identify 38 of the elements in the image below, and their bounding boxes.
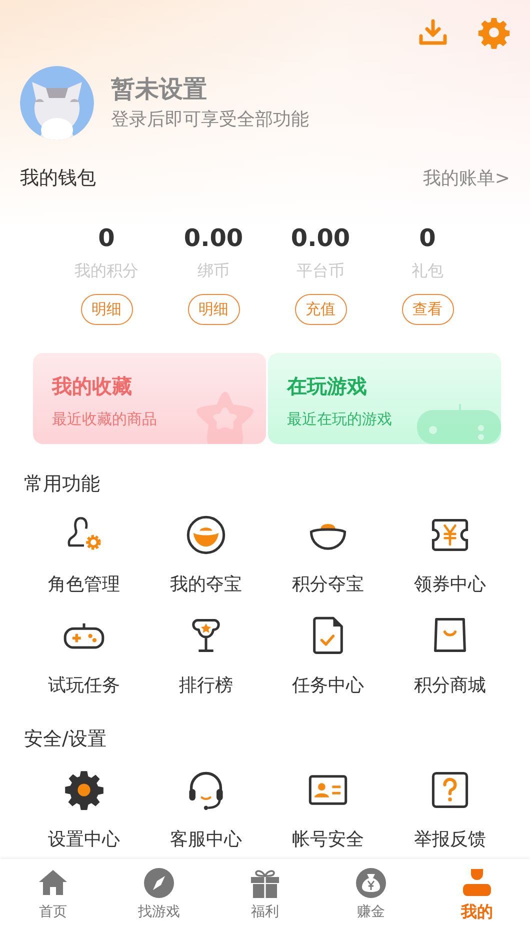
- settings-icon: [63, 769, 105, 811]
- feature-label[interactable]: 试玩任务: [48, 673, 120, 699]
- stat-value: 0: [98, 223, 115, 253]
- stat-value: 0.00: [184, 223, 244, 253]
- feature-label[interactable]: 任务中心: [292, 673, 364, 699]
- feature-label[interactable]: 设置中心: [48, 827, 120, 853]
- ingot-coin-icon: [185, 514, 227, 556]
- feature-label[interactable]: 角色管理: [48, 572, 120, 598]
- tab[interactable]: 找游戏: [138, 902, 180, 922]
- help-icon: [429, 769, 471, 811]
- compass-icon: [143, 867, 175, 899]
- person-icon: [461, 867, 493, 899]
- tab[interactable]: 福利: [251, 902, 279, 922]
- gamepad-icon: [417, 404, 501, 444]
- feature-label[interactable]: 举报反馈: [414, 827, 486, 853]
- stat-value: 0: [419, 223, 436, 253]
- feature-label[interactable]: 我的夺宝: [170, 572, 242, 598]
- feature-label[interactable]: 客服中心: [170, 827, 242, 853]
- section-title: 安全/设置: [24, 727, 106, 752]
- tab[interactable]: 赚金: [357, 902, 385, 922]
- settings-icon[interactable]: [478, 17, 510, 49]
- card-subtitle: 最近在玩的游戏: [287, 409, 393, 429]
- card-title: 在玩游戏: [287, 373, 368, 399]
- feature-label[interactable]: 积分夺宝: [292, 572, 364, 598]
- section-title: 我的钱包: [20, 166, 96, 191]
- feature-label[interactable]: 领券中心: [414, 572, 486, 598]
- section-title: 常用功能: [24, 472, 100, 497]
- money-bag-icon: [355, 867, 387, 899]
- gift-icon: [249, 867, 281, 899]
- card-title: 我的收藏: [52, 373, 133, 399]
- card-subtitle: 最近收藏的商品: [52, 409, 158, 429]
- stat-value: 0.00: [290, 223, 350, 253]
- tab[interactable]: 首页: [39, 902, 67, 922]
- feature-label[interactable]: 帐号安全: [292, 827, 364, 853]
- login-hint: 登录后即可享受全部功能: [111, 108, 309, 132]
- feature-label[interactable]: 排行榜: [179, 673, 233, 699]
- feature-label[interactable]: 积分商城: [414, 673, 486, 699]
- profile-name: 暂未设置: [111, 74, 208, 105]
